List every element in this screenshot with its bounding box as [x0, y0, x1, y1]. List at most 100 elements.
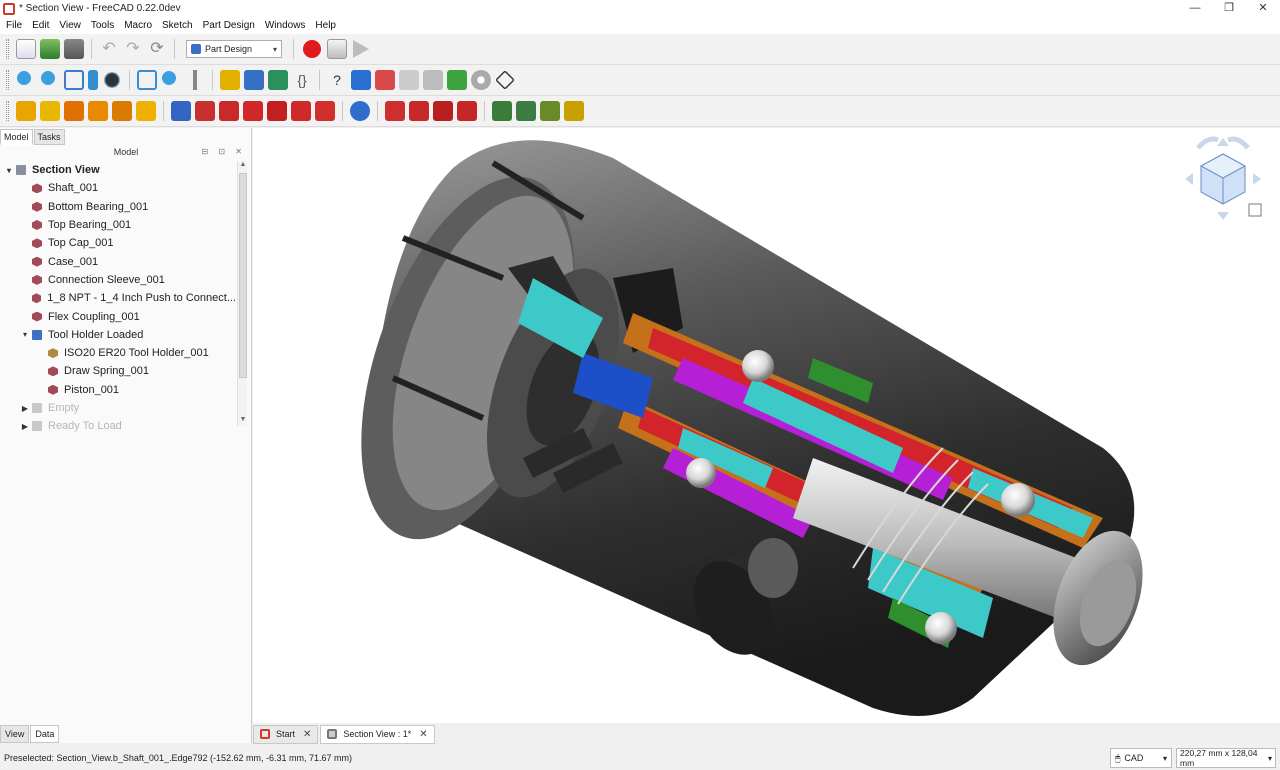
expanded-arrow-icon[interactable]: ▾ [4, 166, 14, 175]
tab-tasks[interactable]: Tasks [33, 129, 65, 145]
refresh-icon[interactable]: ⟳ [147, 39, 167, 59]
datum-plane-icon[interactable] [423, 70, 443, 90]
group-icon[interactable] [244, 70, 264, 90]
redo-icon[interactable]: ↷ [123, 39, 143, 59]
whats-this-icon[interactable]: ? [327, 70, 347, 90]
tree-item[interactable]: Top Cap_001 [0, 234, 236, 252]
new-document-icon[interactable] [16, 39, 36, 59]
isometric-view-icon[interactable] [64, 70, 84, 90]
thickness-icon[interactable] [457, 101, 477, 121]
fit-selection-icon[interactable] [40, 70, 60, 90]
menu-windows[interactable]: Windows [261, 20, 312, 31]
tree-item[interactable]: Case_001 [0, 252, 236, 270]
view-cube-icon[interactable] [137, 70, 157, 90]
menu-macro[interactable]: Macro [120, 20, 158, 31]
tree-item[interactable]: ▾ Section View [0, 161, 236, 179]
groove-icon[interactable] [219, 101, 239, 121]
chamfer-icon[interactable] [409, 101, 429, 121]
tree-item[interactable]: 1_8 NPT - 1_4 Inch Push to Connect... [0, 289, 236, 307]
undo-icon[interactable]: ↶ [99, 39, 119, 59]
draft-icon[interactable] [433, 101, 453, 121]
tree-item[interactable]: Flex Coupling_001 [0, 307, 236, 325]
tab-data[interactable]: Data [30, 725, 60, 743]
helix-icon[interactable] [112, 101, 132, 121]
pad-icon[interactable] [16, 101, 36, 121]
multi-transform-icon[interactable] [564, 101, 584, 121]
menu-tools[interactable]: Tools [87, 20, 120, 31]
navigation-cube[interactable] [1185, 136, 1262, 220]
pocket-icon[interactable] [171, 101, 191, 121]
body-icon[interactable] [351, 70, 371, 90]
fit-all-icon[interactable] [16, 70, 36, 90]
tree-item[interactable]: ▶ Empty [0, 399, 236, 417]
tree-item[interactable]: Bottom Bearing_001 [0, 198, 236, 216]
doc-tab-start[interactable]: Start ✕ [253, 724, 319, 744]
run-macro-icon[interactable] [353, 40, 369, 58]
navigation-style-selector[interactable]: 🖱 CAD ▾ [1110, 748, 1172, 768]
clone-icon[interactable] [399, 70, 419, 90]
open-document-icon[interactable] [40, 39, 60, 59]
subtractive-box-icon[interactable] [315, 101, 335, 121]
diamond-icon[interactable] [495, 70, 515, 90]
tree-item[interactable]: ISO20 ER20 Tool Holder_001 [0, 344, 236, 362]
macro-editor-icon[interactable] [327, 39, 347, 59]
part-icon[interactable] [220, 70, 240, 90]
bounding-box-icon[interactable] [102, 70, 122, 90]
link-icon[interactable] [268, 70, 288, 90]
menu-help[interactable]: Help [311, 20, 342, 31]
tab-view[interactable]: View [0, 725, 30, 743]
panel-header-buttons[interactable]: ⊟ ⊡ ✕ [201, 147, 246, 156]
subtractive-helix-icon[interactable] [291, 101, 311, 121]
draw-style-icon[interactable] [88, 70, 98, 90]
menu-view[interactable]: View [55, 20, 87, 31]
tree-item[interactable]: ▶ Ready To Load [0, 417, 236, 435]
boolean-icon[interactable] [350, 101, 370, 121]
polar-pattern-icon[interactable] [540, 101, 560, 121]
menu-part-design[interactable]: Part Design [199, 20, 261, 31]
zoom-box-icon[interactable] [161, 70, 181, 90]
tree-item[interactable]: Connection Sleeve_001 [0, 271, 236, 289]
doc-tab-section-view[interactable]: Section View : 1* ✕ [320, 724, 435, 744]
gear-icon[interactable] [471, 70, 491, 90]
sub-shape-binder-icon[interactable] [375, 70, 395, 90]
tree-item[interactable]: ▾ Tool Holder Loaded [0, 326, 236, 344]
tree-item[interactable]: Shaft_001 [0, 179, 236, 197]
record-macro-icon[interactable] [303, 40, 321, 58]
additive-box-icon[interactable] [136, 101, 156, 121]
toolbar-grip[interactable] [6, 39, 9, 59]
toolbar-grip[interactable] [6, 101, 9, 121]
save-document-icon[interactable] [64, 39, 84, 59]
tab-model[interactable]: Model [0, 129, 33, 145]
restore-button[interactable]: ❐ [1212, 0, 1246, 17]
section-view-model[interactable] [253, 128, 1280, 723]
dimension-readout[interactable]: 220,27 mm x 128,04 mm ▾ [1176, 748, 1276, 768]
workbench-selector[interactable]: Part Design ▾ [186, 40, 282, 58]
measure-icon[interactable] [185, 70, 205, 90]
scroll-down-icon[interactable]: ▼ [238, 416, 248, 426]
menu-file[interactable]: File [2, 20, 28, 31]
sweep-icon[interactable] [88, 101, 108, 121]
scroll-up-icon[interactable]: ▲ [238, 161, 248, 171]
collapsed-arrow-icon[interactable]: ▶ [20, 404, 30, 413]
expanded-arrow-icon[interactable]: ▾ [20, 330, 30, 339]
brackets-icon[interactable]: {} [292, 70, 312, 90]
close-icon[interactable]: ✕ [419, 729, 427, 740]
close-window-button[interactable]: ✕ [1246, 0, 1280, 17]
fillet-icon[interactable] [385, 101, 405, 121]
tree-item[interactable]: Draw Spring_001 [0, 362, 236, 380]
mirrored-icon[interactable] [492, 101, 512, 121]
linear-pattern-icon[interactable] [516, 101, 536, 121]
minimize-button[interactable]: — [1178, 0, 1212, 17]
subtractive-loft-icon[interactable] [243, 101, 263, 121]
tree-item[interactable]: Piston_001 [0, 381, 236, 399]
3d-viewport[interactable] [253, 128, 1280, 723]
datum-line-icon[interactable] [447, 70, 467, 90]
tree-scrollbar[interactable]: ▲ ▼ [237, 161, 247, 426]
toolbar-grip[interactable] [6, 70, 9, 90]
close-icon[interactable]: ✕ [303, 729, 311, 740]
tree-item[interactable]: Top Bearing_001 [0, 216, 236, 234]
scrollbar-thumb[interactable] [239, 173, 247, 378]
revolution-icon[interactable] [40, 101, 60, 121]
loft-icon[interactable] [64, 101, 84, 121]
collapsed-arrow-icon[interactable]: ▶ [20, 422, 30, 431]
